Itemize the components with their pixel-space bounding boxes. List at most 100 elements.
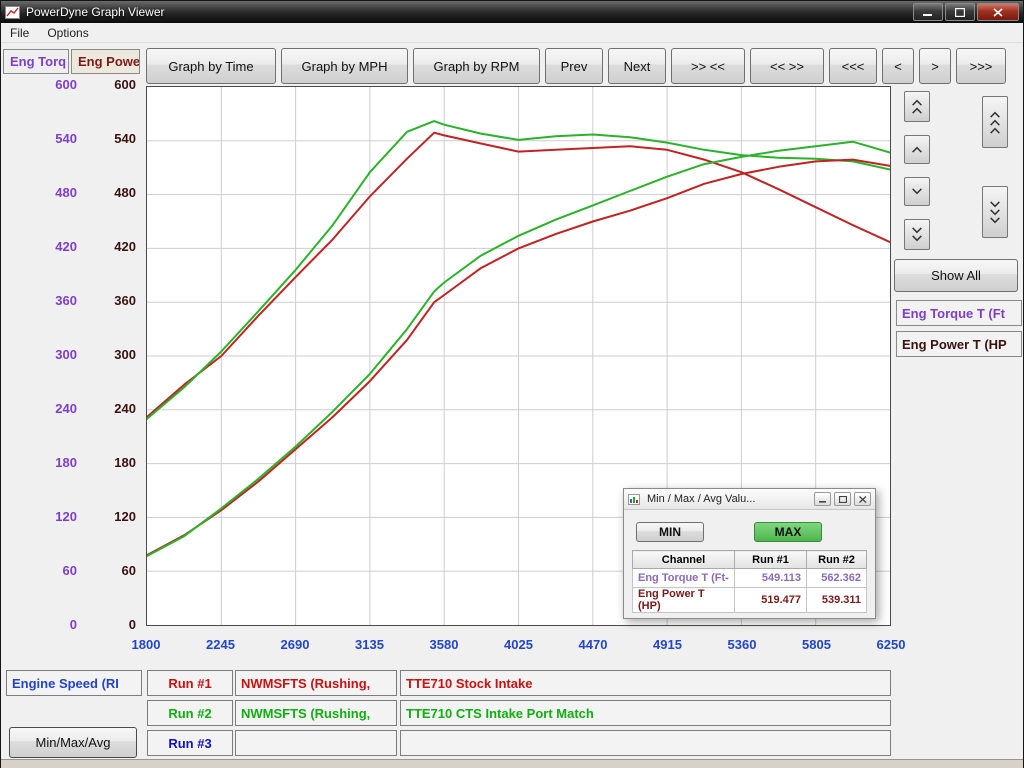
- chevron-up-icon: [988, 127, 1002, 134]
- run-description-field-2[interactable]: TTE710 CTS Intake Port Match: [400, 700, 891, 726]
- minmax-avg-button[interactable]: Min/Max/Avg: [9, 727, 137, 758]
- minmax-window-titlebar[interactable]: Min / Max / Avg Valu...: [624, 489, 875, 510]
- run-description-field-1[interactable]: TTE710 Stock Intake: [400, 670, 891, 696]
- chevron-down-icon: [988, 201, 1002, 208]
- expand-up-button[interactable]: [982, 96, 1008, 148]
- minmax-values-window[interactable]: Min / Max / Avg Valu... MIN MAX ChannelR…: [623, 488, 876, 619]
- minmax-window-title: Min / Max / Avg Valu...: [647, 493, 755, 505]
- show-all-button[interactable]: Show All: [894, 259, 1018, 292]
- run-operator-field-3[interactable]: [235, 730, 397, 756]
- minmax-column-header[interactable]: Channel: [633, 551, 735, 569]
- y-tick-label: 600: [94, 77, 136, 92]
- axis-tab-power[interactable]: Eng Powe: [71, 49, 140, 74]
- expand-down-button[interactable]: [982, 186, 1008, 238]
- minmax-cell-run1: 549.113: [735, 569, 807, 588]
- y-tick-label: 360: [94, 293, 136, 308]
- x-tick-label: 1800: [116, 637, 176, 652]
- chevron-up-icon: [988, 111, 1002, 118]
- y-tick-label: 240: [94, 401, 136, 416]
- y-tick-label: 120: [35, 509, 77, 524]
- minmax-close-button[interactable]: [854, 492, 871, 506]
- run-description-field-3[interactable]: [400, 730, 891, 756]
- y-tick-label: 540: [35, 131, 77, 146]
- toolbar-button-arrow-arrow[interactable]: << >>: [750, 48, 824, 84]
- toolbar-button-graph-by-time[interactable]: Graph by Time: [146, 48, 276, 84]
- legend-torque-channel[interactable]: Eng Torque T (Ft: [896, 300, 1022, 326]
- minmax-cell-run2: 539.311: [807, 588, 867, 613]
- y-tick-label: 300: [94, 347, 136, 362]
- app-window: PowerDyne Graph Viewer FileOptions Eng T…: [0, 0, 1024, 768]
- toolbar-button-arrow-arrow[interactable]: >> <<: [671, 48, 745, 84]
- chevron-down-icon: [910, 188, 924, 195]
- close-icon: [859, 496, 867, 503]
- x-tick-label: 2690: [265, 637, 325, 652]
- close-button[interactable]: [977, 3, 1019, 21]
- toolbar-button-prev[interactable]: Prev: [545, 48, 603, 84]
- scroll-up-double-button[interactable]: [904, 91, 930, 122]
- y-tick-label: 0: [35, 617, 77, 632]
- y-tick-label: 360: [35, 293, 77, 308]
- chevron-up-icon: [910, 146, 924, 153]
- run-label-field-1[interactable]: Run #1: [147, 670, 233, 696]
- toolbar-button-arrow[interactable]: >: [919, 48, 951, 84]
- y-tick-label: 60: [35, 563, 77, 578]
- window-title: PowerDyne Graph Viewer: [26, 5, 165, 19]
- minmax-window-icon: [628, 492, 642, 506]
- minmax-cell-channel: Eng Power T (HP): [633, 588, 735, 613]
- minimize-icon: [923, 8, 933, 17]
- y-tick-label: 420: [35, 239, 77, 254]
- minmax-restore-button[interactable]: [834, 492, 851, 506]
- scroll-down-double-button[interactable]: [904, 219, 930, 250]
- y-tick-label: 240: [35, 401, 77, 416]
- y-tick-label: 540: [94, 131, 136, 146]
- run-label-field-3[interactable]: Run #3: [147, 730, 233, 756]
- run-operator-field-1[interactable]: NWMSFTS (Rushing,: [235, 670, 397, 696]
- x-tick-label: 2245: [191, 637, 251, 652]
- minmax-column-header[interactable]: Run #1: [735, 551, 807, 569]
- max-toggle-button[interactable]: MAX: [754, 522, 822, 542]
- y-tick-label: 60: [94, 563, 136, 578]
- minmax-cell-channel: Eng Torque T (Ft-: [633, 569, 735, 588]
- chevron-down-icon: [910, 227, 924, 234]
- x-tick-label: 4025: [489, 637, 549, 652]
- toolbar-button-arrow[interactable]: <<<: [829, 48, 877, 84]
- minmax-cell-run2: 562.362: [807, 569, 867, 588]
- x-channel-field[interactable]: Engine Speed (RI: [6, 670, 142, 696]
- minmax-minimize-button[interactable]: [814, 492, 831, 506]
- toolbar-button-arrow[interactable]: <: [882, 48, 914, 84]
- run-operator-field-2[interactable]: NWMSFTS (Rushing,: [235, 700, 397, 726]
- min-toggle-button[interactable]: MIN: [636, 522, 704, 542]
- minmax-column-header[interactable]: Run #2: [807, 551, 867, 569]
- y-tick-label: 420: [94, 239, 136, 254]
- toolbar-button-graph-by-rpm[interactable]: Graph by RPM: [413, 48, 540, 84]
- close-icon: [993, 8, 1003, 17]
- y-tick-label: 180: [94, 455, 136, 470]
- restore-icon: [839, 496, 847, 503]
- y-tick-label: 180: [35, 455, 77, 470]
- toolbar-button-arrow[interactable]: >>>: [956, 48, 1006, 84]
- menu-file[interactable]: File: [1, 24, 38, 42]
- y-tick-label: 480: [94, 185, 136, 200]
- y-tick-label: 300: [35, 347, 77, 362]
- maximize-button[interactable]: [945, 3, 975, 21]
- maximize-icon: [955, 8, 965, 17]
- app-icon: [5, 5, 21, 19]
- x-tick-label: 4915: [638, 637, 698, 652]
- toolbar-button-graph-by-mph[interactable]: Graph by MPH: [281, 48, 408, 84]
- legend-power-channel[interactable]: Eng Power T (HP: [896, 331, 1022, 357]
- scroll-down-button[interactable]: [904, 177, 930, 206]
- menu-options[interactable]: Options: [38, 24, 97, 42]
- x-tick-label: 4470: [563, 637, 623, 652]
- scroll-up-button[interactable]: [904, 135, 930, 164]
- toolbar-button-next[interactable]: Next: [608, 48, 666, 84]
- chevron-down-icon: [910, 235, 924, 242]
- x-tick-label: 5360: [712, 637, 772, 652]
- minmax-table-row: Eng Power T (HP)519.477539.311: [633, 588, 867, 613]
- chevron-up-icon: [988, 119, 1002, 126]
- axis-tab-torque[interactable]: Eng Torq: [3, 49, 69, 74]
- minmax-table-row: Eng Torque T (Ft-549.113562.362: [633, 569, 867, 588]
- run-label-field-2[interactable]: Run #2: [147, 700, 233, 726]
- chevron-down-icon: [988, 209, 1002, 216]
- minimize-button[interactable]: [913, 3, 943, 21]
- minmax-table-body: Eng Torque T (Ft-549.113562.362Eng Power…: [633, 569, 867, 613]
